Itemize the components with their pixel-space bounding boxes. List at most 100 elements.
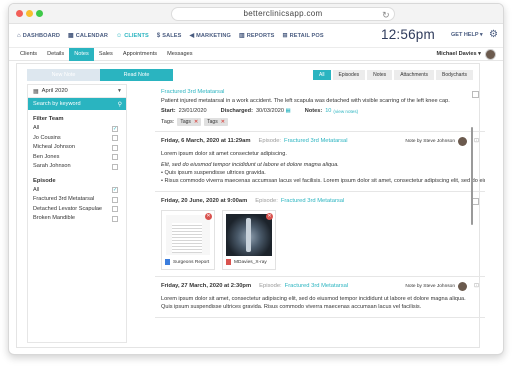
search-input[interactable]: Search by keyword ⚲: [28, 98, 126, 110]
note-author: Note by Steve Johnson: [405, 284, 455, 289]
filter-sidebar: ▦ April 2020 ▼ Search by keyword ⚲ Filte…: [27, 84, 127, 343]
checkbox-checked[interactable]: ✓: [112, 187, 118, 193]
nav-retail-pos[interactable]: ⊞ RETAIL POS: [282, 32, 323, 40]
filter-team-title: Filter Team: [33, 116, 64, 122]
nav-dashboard[interactable]: ⌂ DASHBOARD: [17, 33, 60, 39]
delete-icon[interactable]: ✕: [266, 213, 273, 220]
avatar: [458, 282, 467, 291]
nav-reports[interactable]: ▥ REPORTS: [238, 32, 275, 40]
tags-row: Tags: Tags ✕ Tags ✕: [161, 118, 479, 126]
episode-description: Patient injured metatarsal in a work acc…: [161, 98, 450, 104]
note-date: Friday, 27 March, 2020 at 2:30pm: [161, 283, 252, 289]
checkbox-checked[interactable]: ✓: [112, 125, 118, 132]
checkbox[interactable]: [112, 163, 118, 170]
reload-icon[interactable]: ↻: [382, 9, 390, 21]
checkbox[interactable]: [112, 144, 118, 151]
gear-icon[interactable]: ⚙: [489, 29, 498, 40]
attachment-file[interactable]: ✕ MDavies_X-ray: [222, 210, 276, 270]
episode-filter-item[interactable]: Detached Levator Scapulae: [28, 205, 126, 215]
lock-icon[interactable]: ⊡: [474, 282, 479, 289]
filter-episodes[interactable]: Episodes: [332, 70, 366, 80]
megaphone-icon: ◀: [189, 33, 195, 39]
view-notes-link[interactable]: (view notes): [333, 109, 358, 114]
delete-icon[interactable]: ✕: [205, 213, 212, 220]
tag-chip: Tags ✕: [204, 118, 228, 126]
select-checkbox[interactable]: [472, 198, 479, 205]
read-note-button[interactable]: Read Note: [100, 69, 173, 81]
team-filter-item[interactable]: Ben Jones: [28, 153, 126, 163]
episode-filter-item[interactable]: All ✓: [28, 186, 126, 196]
checkbox[interactable]: [112, 196, 118, 203]
filter-all[interactable]: All: [312, 70, 331, 80]
filter-bodycharts[interactable]: Bodycharts: [435, 70, 473, 80]
minimize-window-button[interactable]: [26, 10, 33, 17]
calendar-icon: ▦: [68, 33, 74, 39]
client-subnav: Clients Details Notes Sales Appointments…: [9, 47, 503, 61]
checkbox[interactable]: [112, 154, 118, 160]
episode-filter-item[interactable]: Fractured 3rd Metatarsal: [28, 195, 126, 205]
checkbox[interactable]: [112, 135, 118, 141]
tab-messages[interactable]: Messages: [162, 48, 198, 61]
team-filter-item[interactable]: Jo Cousins: [28, 134, 126, 144]
episode-label: Episode:: [258, 138, 282, 144]
cart-icon: ⊞: [282, 33, 288, 39]
maximize-window-button[interactable]: [36, 10, 43, 17]
dollar-icon: $: [156, 32, 161, 39]
episode-link[interactable]: Fractured 3rd Metatarsal: [285, 283, 348, 289]
remove-tag-icon[interactable]: ✕: [221, 119, 225, 125]
episode-link[interactable]: Fractured 3rd Metatarsal: [281, 198, 344, 204]
address-bar[interactable]: betterclinicsapp.com ↻: [171, 7, 395, 21]
calendar-icon[interactable]: ▦: [284, 108, 290, 114]
nav-clients[interactable]: ☺ CLIENTS: [116, 33, 149, 39]
episode-filter-title: Episode: [33, 177, 56, 184]
file-name: Surgeons Report: [173, 259, 210, 265]
avatar[interactable]: [485, 49, 496, 60]
address-bar-url: betterclinicsapp.com: [243, 9, 323, 18]
episode-title-link[interactable]: Fractured 3rd Metatarsal: [161, 89, 479, 95]
document-thumbnail: [166, 215, 210, 255]
tab-notes[interactable]: Notes: [69, 47, 94, 61]
chevron-down-icon: ▼: [117, 88, 122, 94]
episode-label: Episode:: [255, 198, 278, 204]
team-filter-item[interactable]: All ✓: [28, 124, 126, 134]
users-icon: ☺: [115, 32, 123, 39]
file-name: MDavies_X-ray: [234, 259, 267, 265]
content-filter-tabs: All Episodes Notes Attachments Bodychart…: [311, 70, 473, 80]
tab-sales[interactable]: Sales: [94, 48, 118, 61]
chart-icon: ▥: [238, 33, 245, 39]
checkbox[interactable]: [112, 215, 118, 222]
tab-appointments[interactable]: Appointments: [118, 48, 162, 61]
tags-label: Tags:: [161, 119, 175, 125]
team-filter-item[interactable]: Micheal Johnson: [28, 143, 126, 153]
get-help-button[interactable]: GET HELP ▾: [451, 32, 483, 38]
month-selector[interactable]: ▦ April 2020 ▼: [28, 85, 126, 98]
nav-marketing[interactable]: ◀ MARKETING: [189, 32, 231, 40]
nav-sales[interactable]: $ SALES: [157, 33, 182, 39]
new-note-button[interactable]: New Note: [27, 69, 100, 81]
select-checkbox[interactable]: [472, 91, 479, 98]
close-window-button[interactable]: [16, 10, 23, 17]
episode-filter-item[interactable]: Broken Mandible: [28, 214, 126, 224]
attachment-file[interactable]: ✕ Surgeons Report: [161, 210, 215, 270]
tab-details[interactable]: Details: [42, 48, 69, 61]
episode-link[interactable]: Fractured 3rd Metatarsal: [284, 138, 347, 144]
calendar-icon: ▦: [33, 88, 39, 95]
nav-calendar[interactable]: ▦ CALENDAR: [68, 32, 108, 40]
filter-notes[interactable]: Notes: [367, 70, 393, 80]
feed-scrollbar[interactable]: [471, 127, 473, 225]
user-menu[interactable]: Michael Davies ▾: [437, 51, 481, 57]
remove-tag-icon[interactable]: ✕: [194, 119, 198, 125]
episode-card: Fractured 3rd Metatarsal Patient injured…: [155, 84, 485, 132]
start-label: Start:: [161, 108, 176, 114]
filter-attachments[interactable]: Attachments: [394, 70, 434, 80]
discharged-label: Discharged:: [220, 108, 253, 114]
discharged-date: 30/03/2020: [255, 108, 284, 114]
tab-clients[interactable]: Clients: [15, 48, 42, 61]
team-filter-item[interactable]: Sarah Johnson: [28, 162, 126, 172]
checkbox[interactable]: [112, 206, 118, 212]
search-icon[interactable]: ⚲: [118, 101, 122, 108]
lock-icon[interactable]: ⊡: [474, 137, 479, 144]
attachment-entry: Friday, 20 June, 2020 at 9:00am Episode:…: [155, 192, 485, 277]
notes-count: 10: [325, 108, 332, 114]
episode-label: Episode:: [259, 283, 282, 289]
